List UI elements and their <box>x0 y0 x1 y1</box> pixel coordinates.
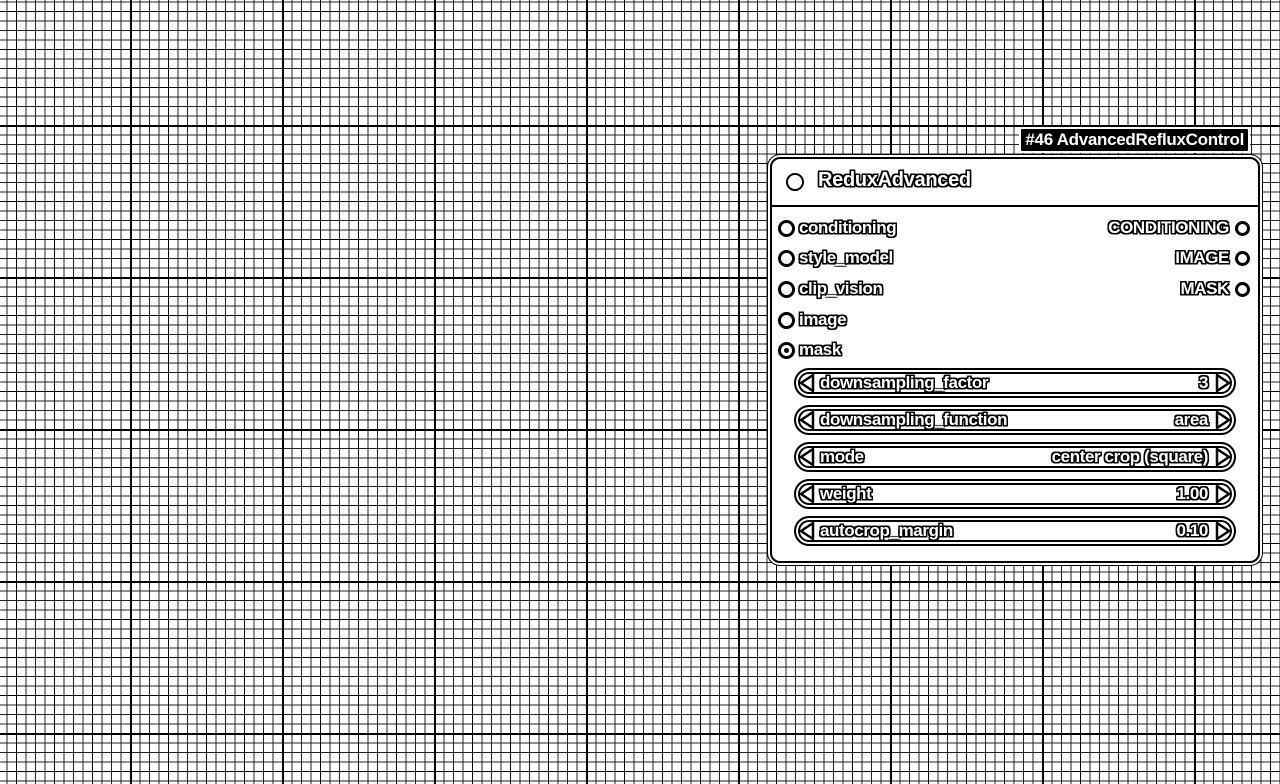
widget-label: weight <box>820 484 872 503</box>
node-id-label: #46 AdvancedRefluxControl <box>1019 127 1250 153</box>
output-slot-label: CONDITIONING <box>1108 218 1229 237</box>
widget-downsampling-factor[interactable]: downsampling_factor 3 <box>794 368 1236 398</box>
input-connector-icon[interactable] <box>778 311 795 329</box>
output-slot-image[interactable]: IMAGE <box>1175 247 1250 269</box>
increment-arrow-icon[interactable] <box>1212 444 1234 470</box>
widget-label: downsampling_function <box>820 410 1008 429</box>
widget-downsampling-function[interactable]: downsampling_function area <box>794 405 1236 435</box>
widget-mode[interactable]: mode center crop (square) <box>794 442 1236 472</box>
widget-weight[interactable]: weight 1.00 <box>794 479 1236 509</box>
output-slot-conditioning[interactable]: CONDITIONING <box>1108 217 1250 239</box>
node-title: ReduxAdvanced <box>818 169 971 191</box>
output-connector-icon[interactable] <box>1235 220 1250 236</box>
increment-arrow-icon[interactable] <box>1212 407 1234 433</box>
input-slot-conditioning[interactable]: conditioning <box>778 217 897 239</box>
output-connector-icon[interactable] <box>1235 281 1250 297</box>
output-slot-label: IMAGE <box>1175 248 1229 267</box>
input-slot-clip-vision[interactable]: clip_vision <box>778 278 883 300</box>
input-slot-label: clip_vision <box>799 279 883 298</box>
widget-autocrop-margin[interactable]: autocrop_margin 0.10 <box>794 516 1236 546</box>
output-slot-mask[interactable]: MASK <box>1181 278 1250 300</box>
input-connector-icon[interactable] <box>778 341 795 359</box>
input-connector-icon[interactable] <box>778 219 795 237</box>
widget-value[interactable]: 0.10 <box>1177 521 1213 541</box>
widget-value[interactable]: 3 <box>1199 373 1212 393</box>
input-slot-style-model[interactable]: style_model <box>778 247 893 269</box>
widget-value[interactable]: 1.00 <box>1177 484 1213 504</box>
decrement-arrow-icon[interactable] <box>796 444 818 470</box>
input-slot-label: image <box>799 310 847 329</box>
input-slot-label: style_model <box>799 248 893 267</box>
input-slot-label: conditioning <box>799 218 897 237</box>
input-slot-label: mask <box>799 340 841 359</box>
widget-label: mode <box>820 447 864 466</box>
output-connector-icon[interactable] <box>1235 250 1250 266</box>
collapse-toggle-icon[interactable] <box>786 173 804 191</box>
increment-arrow-icon[interactable] <box>1212 481 1234 507</box>
node-header[interactable]: ReduxAdvanced <box>772 159 1258 207</box>
increment-arrow-icon[interactable] <box>1212 370 1234 396</box>
decrement-arrow-icon[interactable] <box>796 370 818 396</box>
input-slot-image[interactable]: image <box>778 309 847 331</box>
output-slot-label: MASK <box>1180 279 1230 298</box>
decrement-arrow-icon[interactable] <box>796 518 818 544</box>
widget-label: autocrop_margin <box>820 521 953 540</box>
decrement-arrow-icon[interactable] <box>796 407 818 433</box>
widget-value[interactable]: area <box>1175 410 1212 430</box>
input-slot-mask[interactable]: mask <box>778 339 841 361</box>
widget-label: downsampling_factor <box>820 373 989 392</box>
input-connector-icon[interactable] <box>778 249 795 267</box>
redux-advanced-node[interactable]: ReduxAdvanced conditioning style_model c… <box>770 157 1260 563</box>
increment-arrow-icon[interactable] <box>1212 518 1234 544</box>
input-connector-icon[interactable] <box>778 280 795 298</box>
decrement-arrow-icon[interactable] <box>796 481 818 507</box>
widget-value[interactable]: center crop (square) <box>1052 447 1212 467</box>
